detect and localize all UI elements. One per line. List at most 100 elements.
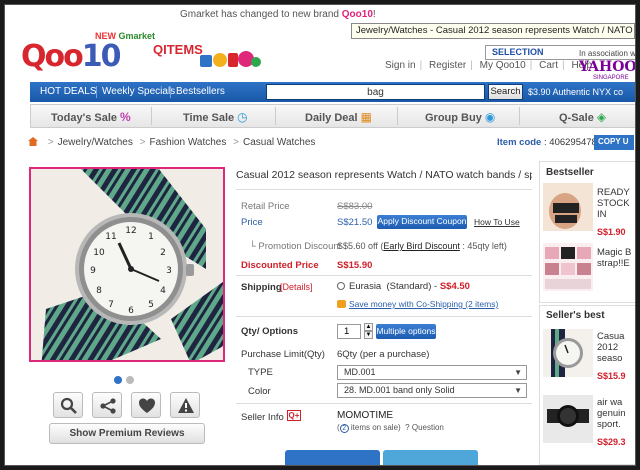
favorite-button[interactable] [131,392,161,418]
truck-icon [337,300,346,308]
sign-in-link[interactable]: Sign in [385,60,416,71]
show-premium-reviews-button[interactable]: Show Premium Reviews [49,423,205,444]
calendar-icon: ▦ [360,110,372,124]
add-to-cart-button[interactable] [383,450,478,465]
sellers-best-title: Seller's best [546,310,605,321]
brand-notice: Gmarket has changed to new brand Qoo10! [5,5,635,25]
seller-badge: Q+ [287,410,301,421]
association-label: In association with [579,49,636,58]
breadcrumb-casual-watches[interactable]: Casual Watches [243,137,315,148]
svg-text:1: 1 [148,232,154,242]
divider [236,403,532,404]
tab-daily-deal[interactable]: Daily Deal ▦ [305,110,372,124]
qoo10-logo[interactable]: Qoo10 [21,39,121,74]
divider [236,316,532,317]
promotion-discount-label: └ Promotion Discount [249,241,342,252]
report-button[interactable] [170,392,200,418]
shipping-details-link[interactable]: [Details] [280,282,313,292]
zoom-button[interactable] [53,392,83,418]
product-thumbnail [545,247,591,289]
svg-text:2: 2 [160,248,166,258]
chevron-down-icon: ▼ [514,386,522,395]
price-label: Price [241,217,263,228]
seller-name[interactable]: MOMOTIME [337,410,393,421]
price-value: S$21.50 [337,217,373,228]
svg-text:4: 4 [160,286,166,296]
quantity-input[interactable] [337,324,361,339]
chevron-down-icon: ▼ [514,368,522,377]
clock-icon: ◷ [237,110,248,124]
sellers-best-thumb-1[interactable] [543,329,593,377]
magnifier-icon [60,397,77,414]
divider [236,275,532,276]
svg-text:8: 8 [96,286,102,296]
cart-link[interactable]: Cart [539,60,558,71]
question-icon: ? [405,423,410,432]
sellers-best-thumb-2[interactable] [543,395,593,443]
svg-text:11: 11 [105,232,116,242]
carousel-dot-2[interactable] [126,376,134,384]
buy-now-button[interactable] [285,450,380,465]
purchase-limit-label: Purchase Limit(Qty) [241,349,325,360]
search-input[interactable] [266,84,485,100]
share-icon [100,398,116,414]
color-select[interactable]: 28. MD.001 band only Solid ▼ [337,383,527,398]
carousel-dot-1[interactable] [114,376,122,384]
selection-qitems-logo[interactable]: SELECTION QITEMS [153,43,635,60]
co-shipping-link[interactable]: Save money with Co-Shipping (2 items) [337,299,498,309]
bestseller-thumb-2[interactable] [543,243,593,291]
tab-todays-sale[interactable]: Today's Sale% [51,110,131,124]
heart-icon [139,398,155,413]
type-select[interactable]: MD.001 ▼ [337,365,527,380]
how-to-use-link[interactable]: How To Use [474,217,520,227]
gmarket-badge: NEW Gmarket [95,31,156,41]
home-icon[interactable] [28,137,38,146]
sellers-best-item-1-price: S$15.9 [597,371,626,381]
svg-text:12: 12 [125,226,136,236]
purchase-limit-value: 6Qty (per a purchase) [337,349,430,360]
share-button[interactable] [92,392,122,418]
tab-time-sale[interactable]: Time Sale ◷ [183,110,248,124]
bestseller-item-2-title[interactable]: Magic Bstrap!!E [597,247,635,269]
shipping-option[interactable]: Eurasia (Standard) - S$4.50 [337,281,470,292]
search-button[interactable]: Search [488,84,523,100]
q-sale-icon: ◈ [596,110,607,124]
nav-promo-link[interactable]: $3.90 Authentic NYX co [528,87,623,97]
chevron-down-icon[interactable]: ▼ [364,331,373,339]
bestseller-title: Bestseller [546,167,594,178]
breadcrumb-jewelry-watches[interactable]: Jewelry/Watches [58,137,133,148]
warning-icon [178,398,194,413]
product-image[interactable]: 12 3 6 9 1 2 4 5 7 8 10 11 [29,167,225,362]
svg-text:5: 5 [148,300,154,310]
yahoo-region: SINGAPORE [593,75,629,81]
account-links: Sign in | Register | My Qoo10 | Cart | Help [385,60,593,71]
tab-group-buy[interactable]: Group Buy ◉ [425,110,495,124]
apply-discount-coupon-button[interactable]: Apply Discount Coupon [377,215,467,229]
bestseller-thumb-1[interactable] [543,183,593,231]
multiple-options-button[interactable]: Multiple options [376,324,436,339]
discounted-price-value: S$15.90 [337,260,373,271]
seller-question-link[interactable]: Question [412,423,444,432]
nav-weekly-specials[interactable]: Weekly Specials [102,86,175,97]
early-bird-discount-link[interactable]: Early Bird Discount [383,241,460,251]
register-link[interactable]: Register [429,60,466,71]
seller-items-info: (2 items on sale) ? Question [337,423,444,433]
product-title: Casual 2012 season represents Watch / NA… [236,169,532,181]
breadcrumb: > Jewelry/Watches > Fashion Watches > Casua… [28,136,315,148]
quantity-stepper[interactable]: ▲ ▼ [364,323,373,339]
qitems-products-art [200,51,261,67]
chevron-up-icon[interactable]: ▲ [364,323,373,331]
sellers-best-item-1-title[interactable]: Casua 2012 seaso [597,331,635,364]
bestseller-item-1-title[interactable]: READY STOCK IN [597,187,635,220]
breadcrumb-fashion-watches[interactable]: Fashion Watches [149,137,226,148]
tab-q-sale[interactable]: Q-Sale ◈ [559,110,606,124]
promotion-discount-value: S$5.60 off (Early Bird Discount : 45qty … [337,241,507,251]
seller-items-link[interactable]: 2 items on sale) [339,423,401,433]
nav-bestsellers[interactable]: Bestsellers [176,86,225,97]
nav-hot-deals[interactable]: HOT DEALS [40,86,97,97]
sellers-best-item-2-title[interactable]: air wa genuin sport. [597,397,635,430]
my-qoo10-link[interactable]: My Qoo10 [480,60,526,71]
yahoo-logo[interactable]: YAHOO! [579,59,635,75]
copy-url-button[interactable]: COPY U [594,135,634,150]
divider [236,189,532,190]
